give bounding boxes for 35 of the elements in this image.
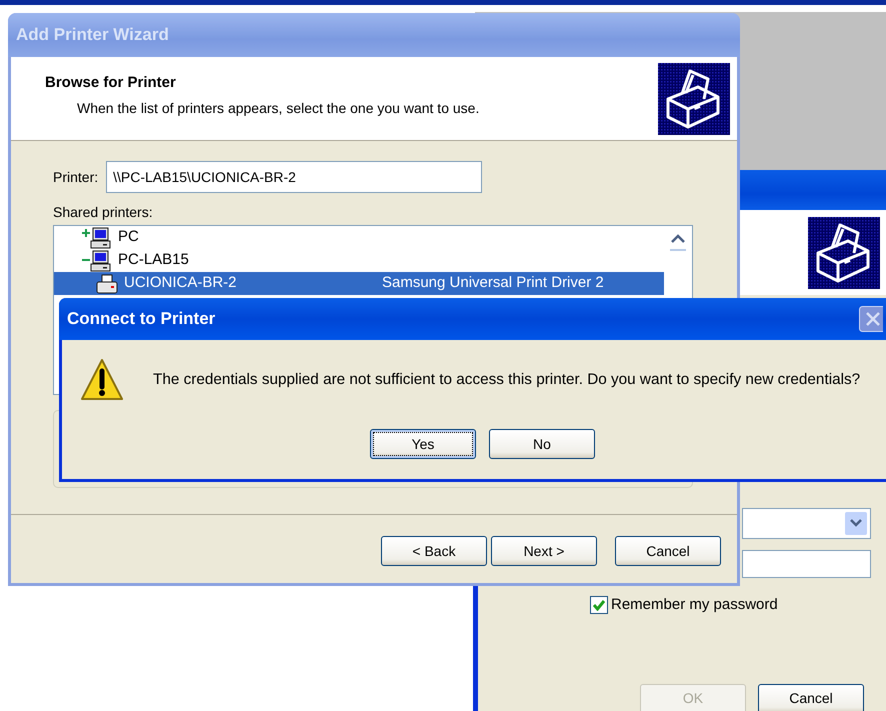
- close-icon[interactable]: [859, 306, 883, 332]
- back-button[interactable]: < Back: [381, 536, 487, 566]
- printer-icon: [808, 216, 880, 288]
- page-subtitle: When the list of printers appears, select the one you want to use.: [77, 98, 480, 118]
- page-title: Browse for Printer: [45, 73, 177, 93]
- tree-item[interactable]: PC-LAB15: [54, 249, 692, 272]
- driver-name: Samsung Universal Print Driver 2: [382, 273, 604, 294]
- user-name-field[interactable]: [742, 508, 871, 539]
- printer-path-field[interactable]: \\PC-LAB15\UCIONICA-BR-2: [106, 161, 482, 193]
- checkbox-label: Remember my password: [611, 595, 778, 615]
- printer-icon: [658, 63, 730, 135]
- field-label: Shared printers:: [53, 203, 154, 222]
- dialog-title: Connect to Printer: [66, 308, 216, 330]
- field-label: Printer:: [53, 168, 98, 186]
- computer-icon: [90, 250, 112, 272]
- tree-item[interactable]: UCIONICA-BR-2 Samsung Universal Print Driver 2: [54, 272, 664, 295]
- tree-item[interactable]: PC: [54, 226, 692, 249]
- dropdown-icon[interactable]: [845, 512, 867, 535]
- expander-icon[interactable]: [82, 256, 90, 264]
- no-button[interactable]: No: [489, 429, 595, 459]
- cancel-button[interactable]: Cancel: [615, 536, 721, 566]
- window-title: Add Printer Wizard: [8, 13, 740, 57]
- printer-icon: [96, 272, 118, 294]
- next-button[interactable]: Next >: [491, 536, 597, 566]
- checkbox[interactable]: [590, 596, 608, 614]
- yes-button[interactable]: Yes: [370, 429, 476, 459]
- tree-item-label: PC: [118, 227, 139, 248]
- expander-icon[interactable]: [82, 229, 90, 237]
- computer-icon: [90, 226, 112, 248]
- tree-item-label: PC-LAB15: [118, 250, 189, 270]
- dialog-message: The credentials supplied are not sufficient to access this printer. Do you want to specify new credentials?: [153, 370, 860, 390]
- warning-icon: [80, 357, 124, 403]
- password-field[interactable]: [742, 550, 871, 578]
- tree-item-label: UCIONICA-BR-2: [124, 273, 238, 294]
- cancel-button[interactable]: Cancel: [758, 684, 864, 711]
